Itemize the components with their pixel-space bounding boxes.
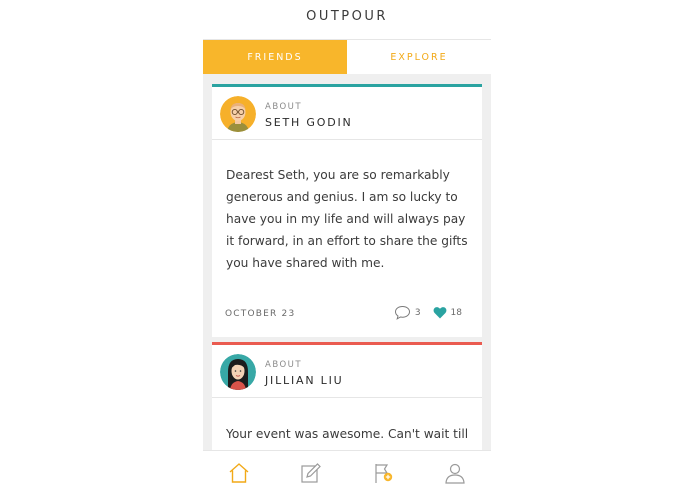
flag-add-icon bbox=[375, 464, 393, 483]
home-icon bbox=[229, 463, 249, 483]
nav-profile[interactable] bbox=[419, 451, 491, 495]
nav-compose[interactable] bbox=[275, 451, 347, 495]
profile-icon bbox=[445, 463, 465, 484]
post-card[interactable]: ABOUT SETH GODIN Dearest Seth, you are s… bbox=[212, 84, 482, 337]
like-count: 18 bbox=[450, 307, 462, 318]
comment-icon[interactable] bbox=[394, 305, 411, 320]
avatar[interactable] bbox=[220, 354, 256, 390]
feed[interactable]: ABOUT SETH GODIN Dearest Seth, you are s… bbox=[203, 74, 491, 450]
nav-flag[interactable] bbox=[347, 451, 419, 495]
post-header: ABOUT JILLIAN LIU bbox=[212, 345, 482, 398]
about-label: ABOUT bbox=[265, 360, 303, 370]
about-label: ABOUT bbox=[265, 102, 303, 112]
recipient-name[interactable]: JILLIAN LIU bbox=[265, 374, 343, 387]
tab-bar: FRIENDS EXPLORE bbox=[203, 39, 491, 75]
post-message: Your event was awesome. Can't wait till bbox=[226, 427, 469, 441]
tab-explore[interactable]: EXPLORE bbox=[347, 40, 491, 75]
app-title: OUTPOUR bbox=[306, 9, 388, 24]
recipient-name[interactable]: SETH GODIN bbox=[265, 116, 353, 129]
comment-count: 3 bbox=[414, 307, 421, 318]
post-card[interactable]: ABOUT JILLIAN LIU Your event was awesome… bbox=[212, 342, 482, 450]
nav-home[interactable] bbox=[203, 451, 275, 495]
post-stats: 3 18 bbox=[394, 305, 462, 320]
bottom-nav bbox=[203, 450, 491, 495]
post-message: Dearest Seth, you are so remarkably gene… bbox=[226, 168, 468, 270]
compose-icon bbox=[301, 463, 321, 483]
app-screen: OUTPOUR FRIENDS EXPLORE ABOUT SETH GODIN… bbox=[203, 0, 491, 495]
avatar[interactable] bbox=[220, 96, 256, 132]
tab-friends[interactable]: FRIENDS bbox=[203, 40, 347, 75]
heart-icon[interactable] bbox=[433, 306, 447, 319]
post-header: ABOUT SETH GODIN bbox=[212, 87, 482, 140]
post-date: OCTOBER 23 bbox=[225, 309, 296, 319]
